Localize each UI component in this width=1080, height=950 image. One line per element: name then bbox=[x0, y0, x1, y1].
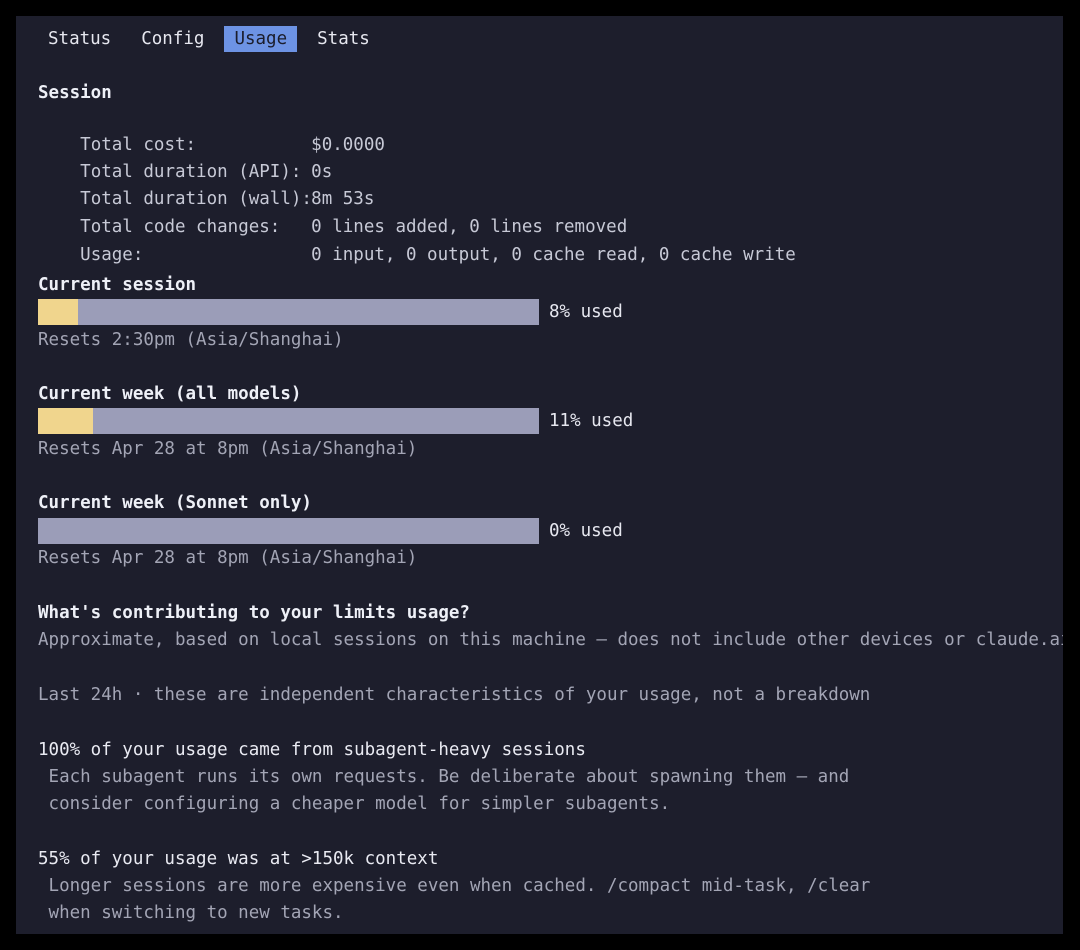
session-heading: Session bbox=[38, 83, 112, 103]
limit-title-week-sonnet: Current week (Sonnet only) bbox=[38, 493, 312, 513]
contributing-heading: What's contributing to your limits usage… bbox=[38, 603, 470, 623]
session-row-code-changes: Total code changes: 0 lines added, 0 line… bbox=[38, 191, 627, 237]
contributing-period: Last 24h · these are independent charact… bbox=[38, 685, 871, 705]
limit-title-week-all: Current week (all models) bbox=[38, 384, 302, 404]
insight-headline: 100% of your usage came from subagent-he… bbox=[38, 740, 586, 760]
usage-percent-week-all: 11% used bbox=[549, 411, 634, 431]
usage-bar-fill bbox=[38, 299, 79, 325]
tab-status[interactable]: Status bbox=[38, 26, 121, 52]
insight-headline: 55% of your usage was at >150k context bbox=[38, 849, 439, 869]
insight-detail: when switching to new tasks. bbox=[38, 903, 344, 923]
limit-resets-session: Resets 2:30pm (Asia/Shanghai) bbox=[38, 330, 344, 350]
insight-detail: Longer sessions are more expensive even … bbox=[38, 876, 871, 896]
session-row-duration-api: Total duration (API): 0s bbox=[38, 136, 332, 182]
session-row-label: Usage: bbox=[80, 245, 144, 265]
session-row-duration-wall: Total duration (wall):8m 53s bbox=[38, 163, 374, 209]
terminal-window: Status Config Usage Stats Session Total … bbox=[16, 16, 1063, 934]
insight-detail: consider configuring a cheaper model for… bbox=[38, 794, 671, 814]
usage-bar-session bbox=[38, 299, 539, 325]
limit-resets-week-sonnet: Resets Apr 28 at 8pm (Asia/Shanghai) bbox=[38, 548, 418, 568]
usage-bar-week-sonnet bbox=[38, 518, 539, 544]
limit-title-session: Current session bbox=[38, 275, 197, 295]
limit-resets-week-all: Resets Apr 28 at 8pm (Asia/Shanghai) bbox=[38, 439, 418, 459]
contributing-subtitle: Approximate, based on local sessions on … bbox=[38, 630, 1063, 650]
session-row-usage: Usage: 0 input, 0 output, 0 cache read, 0… bbox=[38, 219, 796, 265]
usage-percent-session: 8% used bbox=[549, 302, 623, 322]
tab-bar: Status Config Usage Stats bbox=[38, 26, 390, 52]
tab-config[interactable]: Config bbox=[131, 26, 214, 52]
usage-bar-fill bbox=[38, 408, 94, 434]
usage-bar-week-all bbox=[38, 408, 539, 434]
usage-percent-week-sonnet: 0% used bbox=[549, 521, 623, 541]
insight-detail: Each subagent runs its own requests. Be … bbox=[38, 767, 850, 787]
tab-usage[interactable]: Usage bbox=[224, 26, 298, 52]
tab-stats[interactable]: Stats bbox=[307, 26, 380, 52]
session-row-cost: Total cost: $0.0000 bbox=[38, 109, 385, 155]
session-row-value: 0 input, 0 output, 0 cache read, 0 cache… bbox=[311, 245, 796, 265]
